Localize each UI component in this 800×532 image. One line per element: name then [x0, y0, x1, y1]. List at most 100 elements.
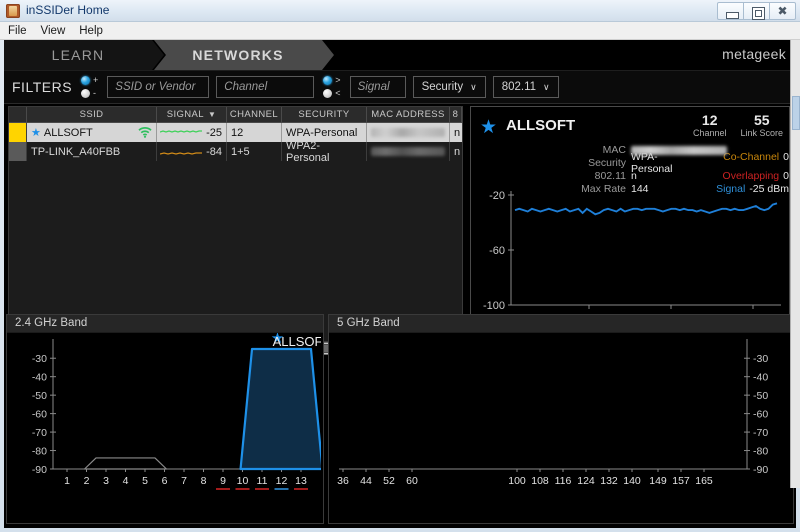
svg-text:165: 165	[695, 475, 713, 487]
app-body: LEARN NETWORKS metageek FILTERS + - SSID…	[4, 40, 796, 528]
row-color-swatch[interactable]	[9, 142, 27, 161]
svg-text:-20: -20	[489, 190, 505, 202]
mac-redacted	[371, 147, 445, 156]
filters-bar: FILTERS + - SSID or Vendor Channel > < S…	[4, 70, 796, 104]
maximize-button[interactable]	[743, 2, 770, 20]
radio-plus[interactable]	[81, 76, 91, 85]
chevron-down-icon: ∨	[470, 81, 477, 92]
svg-text:132: 132	[600, 475, 618, 487]
detail-value-overlapping: 0	[783, 169, 789, 182]
radio-minus[interactable]	[81, 89, 91, 98]
svg-text:124: 124	[577, 475, 595, 487]
detail-linkscore-metric: 55 Link Score	[740, 112, 783, 138]
mac-redacted	[631, 145, 727, 155]
tab-networks[interactable]: NETWORKS	[154, 40, 334, 70]
radio-plus-label: +	[93, 75, 99, 85]
protocol-filter-dropdown[interactable]: 802.11 ∨	[492, 76, 559, 98]
svg-text:-60: -60	[32, 409, 47, 421]
networks-table: SSID SIGNAL ▼ CHANNEL SECURITY MAC ADDRE…	[8, 106, 463, 342]
cell-signal: -25	[157, 123, 227, 142]
menu-item-help[interactable]: Help	[79, 25, 103, 37]
band-24-panel: 2.4 GHz Band -30 -40 -50 -60 -70 -80 -90 12345…	[6, 314, 324, 524]
cell-security: WPA-Personal	[282, 123, 367, 142]
detail-key-security: Security	[588, 156, 626, 169]
cell-ssid-label: ALLSOFT	[43, 126, 93, 139]
protocol-filter-label: 802.11	[501, 81, 537, 93]
svg-text:-30: -30	[32, 353, 47, 365]
svg-text:2: 2	[84, 475, 90, 487]
signal-sparkline	[160, 129, 203, 133]
svg-text:52: 52	[383, 475, 395, 487]
svg-text:11: 11	[257, 475, 268, 487]
column-header-signal[interactable]: SIGNAL ▼	[157, 107, 227, 122]
svg-text:100: 100	[508, 475, 526, 487]
close-button[interactable]: ✖	[769, 2, 796, 20]
detail-channel-metric: 12 Channel	[693, 112, 727, 138]
chevron-down-icon: ∨	[543, 81, 550, 92]
svg-text:-90: -90	[753, 464, 768, 476]
svg-text:-50: -50	[753, 390, 768, 402]
title-bar: inSSIDer Home ✖	[0, 0, 800, 22]
cell-channel: 12	[227, 123, 282, 142]
svg-text:-60: -60	[489, 245, 505, 257]
vscroll-thumb[interactable]	[792, 96, 800, 130]
svg-text:12: 12	[276, 475, 288, 487]
table-row[interactable]: TP-LINK_A40FBB -84 1+5 WPA2-Personal n	[9, 142, 462, 161]
svg-text:7: 7	[181, 475, 187, 487]
table-row[interactable]: ★ ALLSOFT -25 12 WPA-Personal n	[9, 123, 462, 142]
svg-text:9: 9	[220, 475, 226, 487]
column-header-security[interactable]: SECURITY	[282, 107, 367, 122]
svg-text:-80: -80	[32, 446, 47, 458]
page-vscrollbar[interactable]	[790, 40, 800, 488]
row-color-swatch[interactable]	[9, 123, 27, 142]
svg-text:116: 116	[555, 475, 572, 487]
cell-security: WPA2-Personal	[282, 142, 367, 161]
signal-filter-input[interactable]: Signal	[349, 76, 406, 98]
menu-item-file[interactable]: File	[8, 25, 27, 37]
detail-header: ★ ALLSOFT 12 Channel 55 Link Score MAC S…	[471, 107, 789, 195]
nav-bar: LEARN NETWORKS metageek	[4, 40, 796, 70]
column-header-color[interactable]	[9, 107, 27, 122]
compare-toggle-group: > <	[323, 75, 341, 99]
sign-toggle-group: + -	[81, 75, 98, 99]
signal-sparkline	[160, 151, 203, 155]
minimize-button[interactable]	[717, 2, 744, 20]
svg-text:-100: -100	[483, 300, 505, 312]
table-body: ★ ALLSOFT -25 12 WPA-Personal n TP-LINK_…	[9, 123, 462, 161]
wifi-icon	[138, 127, 152, 138]
tab-learn[interactable]: LEARN	[4, 40, 164, 70]
svg-text:4: 4	[123, 475, 129, 487]
ssid-filter-input[interactable]: SSID or Vendor	[107, 76, 210, 98]
band-5-title: 5 GHz Band	[329, 315, 793, 332]
radio-less-label: <	[335, 88, 341, 98]
svg-text:140: 140	[623, 475, 641, 487]
table-header-row: SSID SIGNAL ▼ CHANNEL SECURITY MAC ADDRE…	[9, 107, 462, 123]
band-5-panel: 5 GHz Band -30 -40 -50 -60 -70 -80 -90 36 44 52 6…	[328, 314, 794, 524]
column-header-protocol[interactable]: 8	[450, 107, 462, 122]
sort-desc-icon: ▼	[207, 110, 217, 119]
radio-greater[interactable]	[323, 76, 333, 85]
column-header-signal-label: SIGNAL	[166, 109, 204, 120]
svg-text:-40: -40	[753, 372, 768, 384]
column-header-ssid[interactable]: SSID	[27, 107, 157, 122]
column-header-channel[interactable]: CHANNEL	[227, 107, 282, 122]
detail-row-security: Security WPA-Personal Co-Channel 0	[471, 151, 789, 175]
column-header-mac[interactable]: MAC ADDRESS	[367, 107, 450, 122]
svg-text:149: 149	[649, 475, 667, 487]
band-24-chart: -30 -40 -50 -60 -70 -80 -90 1 2 3 4 5 6 7 8 9 10 11 12 13 …	[7, 333, 323, 523]
radio-greater-label: >	[335, 75, 341, 85]
svg-text:44: 44	[360, 475, 372, 487]
cell-channel: 1+5	[227, 142, 282, 161]
cell-ssid: TP-LINK_A40FBB	[27, 142, 157, 161]
channel-filter-input[interactable]: Channel	[216, 76, 315, 98]
menu-item-view[interactable]: View	[41, 25, 66, 37]
favorite-star-icon[interactable]: ★	[480, 116, 497, 139]
svg-text:1: 1	[64, 475, 70, 487]
app-window: inSSIDer Home ✖ File View Help LEARN NET…	[0, 0, 800, 532]
detail-metrics: 12 Channel 55 Link Score	[693, 112, 783, 138]
security-filter-dropdown[interactable]: Security ∨	[412, 76, 486, 98]
svg-text:157: 157	[672, 475, 690, 487]
favorite-star-icon[interactable]: ★	[31, 126, 41, 139]
radio-less[interactable]	[323, 89, 333, 98]
svg-text:-90: -90	[32, 464, 47, 476]
